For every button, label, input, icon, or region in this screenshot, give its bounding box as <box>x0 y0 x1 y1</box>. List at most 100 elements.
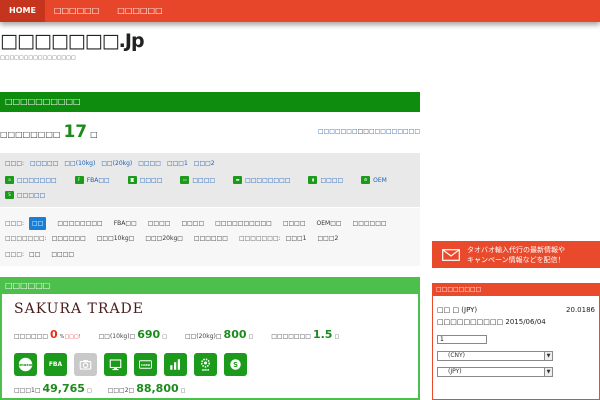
filter-option[interactable]: □□□2 <box>317 235 338 242</box>
shop-stats: □□□□□□ 0 % □□□! □□(10kg)□ 690 □ □□(20kg)… <box>14 328 357 341</box>
shop-card: SAKURA TRADE □□□□□□ 0 % □□□! □□(10kg)□ 6… <box>0 294 420 400</box>
nav-item-2[interactable]: □□□□□□ <box>45 0 108 22</box>
info-link-text: □□ <box>357 128 369 135</box>
filter-option[interactable]: FBA□□ <box>114 220 137 227</box>
shop-name[interactable]: SAKURA TRADE <box>14 301 144 317</box>
rate-pair: □□ □ (JPY) <box>437 306 478 314</box>
nav-item-3[interactable]: □□□□□□ <box>108 0 171 22</box>
fee-label: □□□□□□ <box>14 333 49 340</box>
sort-label: □□□: <box>5 160 25 167</box>
svg-text:OEM: OEM <box>202 368 210 372</box>
shipping-20kg-value: 800 <box>223 328 247 341</box>
feature-amazon[interactable]: a □□□□□□□ <box>5 176 57 184</box>
site-subtitle: □□□□□□□□□□□□□□□□ <box>0 55 76 61</box>
sort-option[interactable]: □□(20kg) <box>101 160 132 167</box>
rate-unit: □ <box>334 334 340 340</box>
filter-option-active[interactable]: □□ <box>29 217 47 230</box>
price1-label: □□□1□ <box>14 387 41 394</box>
newsletter-text: タオバオ輸入代行の最新情報や キャンペーン情報などを配信！ <box>467 245 565 265</box>
filter-option[interactable]: □□□□□□□□□□ <box>215 220 272 227</box>
filter-option[interactable]: □□□□□□ <box>52 235 86 242</box>
filter-label: □□□□□□□: <box>238 235 281 242</box>
card-icon: CARD <box>134 353 157 376</box>
to-currency-value: (JPY) <box>448 368 462 375</box>
filter-option[interactable]: □□□□ <box>283 220 306 227</box>
filter-option[interactable]: □□□□□□□□ <box>57 220 102 227</box>
sort-option[interactable]: □□□□□ <box>30 160 58 167</box>
filter-option[interactable]: □□□1 <box>286 235 307 242</box>
card-icon: ▬ <box>233 176 243 184</box>
skype-icon: S <box>5 191 14 199</box>
filter-option[interactable]: □□ <box>29 251 40 258</box>
sort-option[interactable]: □□(10kg) <box>64 160 95 167</box>
svg-text:CARD: CARD <box>141 363 151 367</box>
amount-input[interactable] <box>437 335 487 344</box>
feature-label: □□□□ <box>139 176 163 184</box>
filter-row-2: □□□□□□□: □□□□□□ □□□10kg□ □□□20kg□ □□□□□□… <box>5 235 349 242</box>
info-links: □□□□□□□□□□□□□□□□□□ <box>318 128 420 135</box>
shipping-10kg-label: □□(10kg)□ <box>98 333 136 340</box>
feature-label: □□□□□□□ <box>17 176 57 184</box>
feature-label: □□□□□□□□ <box>245 176 291 184</box>
rate-line: □□ □ (JPY) 20.0186 <box>437 306 595 314</box>
exchange-rate-heading: □□□□□□□□ <box>432 283 600 296</box>
shipping-20kg-label: □□(20kg)□ <box>184 333 222 340</box>
filter-option[interactable]: □□□□ <box>181 220 204 227</box>
info-link-2[interactable]: □□□□□□□□□ <box>369 128 420 135</box>
from-currency-value: (CNY) <box>448 352 466 359</box>
shipping-10kg-unit: □ <box>162 334 167 340</box>
feature-skype[interactable]: S □□□□□ <box>5 191 45 199</box>
feature-chart[interactable]: ▮ □□□□ <box>308 176 343 184</box>
chevron-down-icon: ▼ <box>544 352 552 360</box>
shop-section-heading: □□□□□□ <box>0 277 420 294</box>
feature-monitor[interactable]: ▭ □□□□ <box>180 176 215 184</box>
mail-icon <box>442 248 460 261</box>
filter-option[interactable]: □□□20kg□ <box>145 235 183 242</box>
feature-card[interactable]: ▬ □□□□□□□□ <box>233 176 290 184</box>
nav-home[interactable]: HOME <box>0 0 45 22</box>
filter-option[interactable]: □□□□ <box>148 220 171 227</box>
fee-free-badge: □□□! <box>64 334 81 340</box>
sort-option[interactable]: □□□1 <box>167 160 188 167</box>
chart-icon: ▮ <box>308 176 318 184</box>
newsletter-line-1: タオバオ輸入代行の最新情報や <box>467 245 565 254</box>
feature-oem[interactable]: ⚙ OEM <box>361 176 387 184</box>
feature-fba[interactable]: F FBA□□ <box>74 176 110 184</box>
sort-option[interactable]: □□□□ <box>138 160 161 167</box>
to-currency-select[interactable]: (JPY) ▼ <box>437 367 553 377</box>
feature-camera[interactable]: ◙ □□□□ <box>127 176 163 184</box>
filter-option[interactable]: □□□□□□ <box>353 220 387 227</box>
site-title[interactable]: □□□□□□□.Jp <box>0 30 145 52</box>
filter-option[interactable]: OEM□□ <box>317 220 342 227</box>
from-currency-select[interactable]: (CNY) ▼ <box>437 351 553 361</box>
rate-current-value: 20.0186 <box>566 306 595 314</box>
fee-value: 0 <box>50 328 58 341</box>
exchange-rate-widget: □□ □ (JPY) 20.0186 □□□□□□□□□□ 2015/06/04… <box>432 296 600 400</box>
feature-label: □□□□ <box>320 176 344 184</box>
svg-text:amazon: amazon <box>18 363 33 367</box>
filter-label: □□□□□□□: <box>5 235 47 242</box>
rate-date-label: □□□□□□□□□□ <box>437 318 504 326</box>
info-link-1[interactable]: □□□□□□□ <box>318 128 358 135</box>
filter-option[interactable]: □□□10kg□ <box>97 235 135 242</box>
sort-feature-panel: □□□: □□□□□ □□(10kg) □□(20kg) □□□□ □□□1 □… <box>0 153 420 207</box>
filter-option[interactable]: □□□□ <box>51 251 74 258</box>
price2-label: □□□2□ <box>107 387 135 394</box>
filter-option[interactable]: □□□□□□ <box>194 235 228 242</box>
feature-row: S □□□□□ <box>5 191 63 199</box>
rate-date-line: □□□□□□□□□□ 2015/06/04 <box>437 318 546 326</box>
amazon-icon: a <box>5 176 14 184</box>
sort-option[interactable]: □□□2 <box>194 160 215 167</box>
list-section-heading: □□□□□□□□□□ <box>0 92 420 112</box>
newsletter-line-2: キャンペーン情報などを配信！ <box>467 255 565 264</box>
shipping-20kg-unit: □ <box>248 334 254 340</box>
shipping-20kg-stat: □□(20kg)□ 800 □ <box>185 328 253 341</box>
newsletter-banner[interactable]: タオバオ輸入代行の最新情報や キャンペーン情報などを配信！ <box>432 241 600 268</box>
feature-label: □□□□□ <box>17 191 46 199</box>
service-icons: amazon FBA CARD OEM S <box>14 353 247 376</box>
sort-row: □□□: □□□□□ □□(10kg) □□(20kg) □□□□ □□□1 □… <box>5 160 215 167</box>
oem-icon: ⚙ <box>361 176 371 184</box>
result-count-unit: □ <box>90 130 98 139</box>
feature-label: FBA□□ <box>86 176 110 184</box>
rate-value: 1.5 <box>312 328 333 341</box>
